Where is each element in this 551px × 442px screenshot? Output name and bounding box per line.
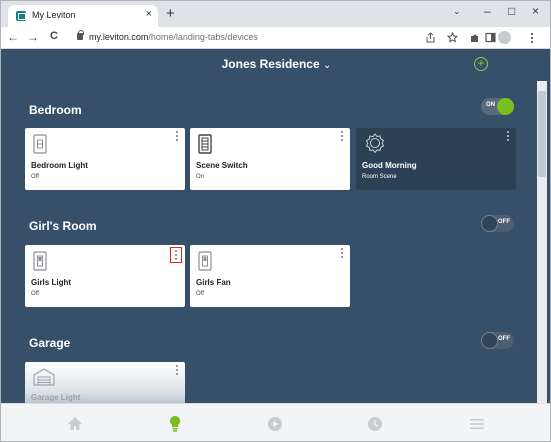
lock-icon[interactable] bbox=[77, 30, 84, 40]
maximize-button[interactable]: □ bbox=[508, 4, 515, 18]
residence-selector[interactable]: Jones Residence ⌄ bbox=[1, 57, 550, 71]
device-name: Garage Light bbox=[31, 393, 81, 402]
play-icon[interactable] bbox=[265, 414, 285, 434]
share-icon[interactable] bbox=[425, 32, 436, 43]
device-state: Off bbox=[31, 291, 39, 297]
extensions-icon[interactable] bbox=[469, 32, 480, 43]
address-bar[interactable]: my.leviton.com/home/landing-tabs/devices bbox=[89, 32, 258, 42]
device-options-menu[interactable] bbox=[340, 131, 343, 141]
forward-button[interactable]: → bbox=[27, 30, 39, 44]
room-title-garage: Garage bbox=[29, 336, 71, 350]
url-path: /home/landing-tabs/devices bbox=[148, 32, 258, 42]
device-state: Room Scene bbox=[362, 174, 397, 180]
device-options-menu[interactable] bbox=[340, 248, 343, 258]
back-button[interactable]: ← bbox=[7, 30, 19, 44]
reload-button[interactable]: C bbox=[50, 30, 58, 42]
device-card-girls-fan[interactable]: Girls Fan Off bbox=[190, 245, 350, 307]
dimmer-switch-icon bbox=[33, 134, 47, 154]
toggle-knob bbox=[497, 98, 514, 115]
room-toggle-garage[interactable]: OFF bbox=[481, 332, 514, 349]
device-options-menu[interactable] bbox=[506, 131, 509, 141]
scene-switch-icon bbox=[198, 134, 212, 154]
fan-switch-icon bbox=[198, 251, 212, 271]
device-name: Good Morning bbox=[362, 161, 417, 170]
browser-menu-icon[interactable] bbox=[529, 32, 535, 44]
chevron-down-icon: ⌄ bbox=[323, 60, 332, 71]
browser-window: My Leviton × + ⌄ – □ × ← → C my.leviton.… bbox=[0, 0, 551, 442]
room-toggle-bedroom[interactable]: ON bbox=[481, 98, 514, 115]
device-card-girls-light[interactable]: Girls Light Off bbox=[25, 245, 185, 307]
device-name: Bedroom Light bbox=[31, 161, 88, 170]
toggle-knob bbox=[481, 215, 498, 232]
home-icon[interactable] bbox=[65, 414, 85, 434]
device-name: Girls Fan bbox=[196, 278, 231, 287]
toggle-label: OFF bbox=[498, 219, 510, 225]
room-title-bedroom: Bedroom bbox=[29, 103, 82, 117]
bulb-icon[interactable] bbox=[165, 414, 185, 434]
device-options-menu-selected[interactable] bbox=[170, 247, 182, 263]
bookmark-star-icon[interactable] bbox=[447, 32, 458, 43]
device-state: Off bbox=[31, 174, 39, 180]
tab-search-icon[interactable]: ⌄ bbox=[453, 6, 461, 17]
tab-close-icon[interactable]: × bbox=[146, 8, 152, 20]
profile-avatar-icon[interactable] bbox=[498, 31, 511, 44]
app-main: Jones Residence ⌄ + Bedroom ON Bedroom L… bbox=[1, 49, 550, 403]
browser-tab[interactable]: My Leviton × bbox=[8, 5, 158, 27]
device-state: Off bbox=[196, 291, 204, 297]
add-device-button[interactable]: + bbox=[474, 57, 488, 71]
device-state: On bbox=[196, 174, 205, 180]
url-host: my.leviton.com bbox=[89, 32, 149, 42]
toggle-label: ON bbox=[486, 102, 495, 108]
scrollbar-thumb[interactable] bbox=[538, 91, 546, 177]
device-name: Girls Light bbox=[31, 278, 71, 287]
device-card-good-morning[interactable]: Good Morning Room Scene bbox=[356, 128, 516, 190]
room-title-girls-room: Girl's Room bbox=[29, 219, 97, 233]
residence-name: Jones Residence bbox=[221, 57, 320, 71]
device-card-scene-switch[interactable]: Scene Switch On bbox=[190, 128, 350, 190]
tab-title: My Leviton bbox=[32, 10, 76, 20]
close-window-button[interactable]: × bbox=[532, 4, 539, 18]
device-options-menu[interactable] bbox=[175, 365, 178, 375]
device-card-garage-light[interactable]: Garage Light bbox=[25, 362, 185, 403]
new-tab-button[interactable]: + bbox=[166, 5, 175, 22]
side-panel-icon[interactable] bbox=[485, 32, 496, 43]
browser-toolbar: ← → C my.leviton.com/home/landing-tabs/d… bbox=[1, 27, 550, 49]
toggle-knob bbox=[481, 332, 498, 349]
scene-icon bbox=[365, 133, 385, 154]
garage-icon bbox=[33, 368, 55, 386]
device-options-menu[interactable] bbox=[175, 131, 178, 141]
toggle-label: OFF bbox=[498, 336, 510, 342]
bottom-nav bbox=[1, 403, 550, 441]
device-card-bedroom-light[interactable]: Bedroom Light Off bbox=[25, 128, 185, 190]
clock-icon[interactable] bbox=[365, 414, 385, 434]
device-name: Scene Switch bbox=[196, 161, 248, 170]
leviton-favicon-icon bbox=[16, 11, 26, 21]
tab-strip: My Leviton × + ⌄ – □ × bbox=[1, 1, 550, 27]
light-switch-icon bbox=[33, 251, 47, 271]
minimize-button[interactable]: – bbox=[484, 4, 491, 18]
menu-icon[interactable] bbox=[467, 414, 487, 434]
room-toggle-girls-room[interactable]: OFF bbox=[481, 215, 514, 232]
